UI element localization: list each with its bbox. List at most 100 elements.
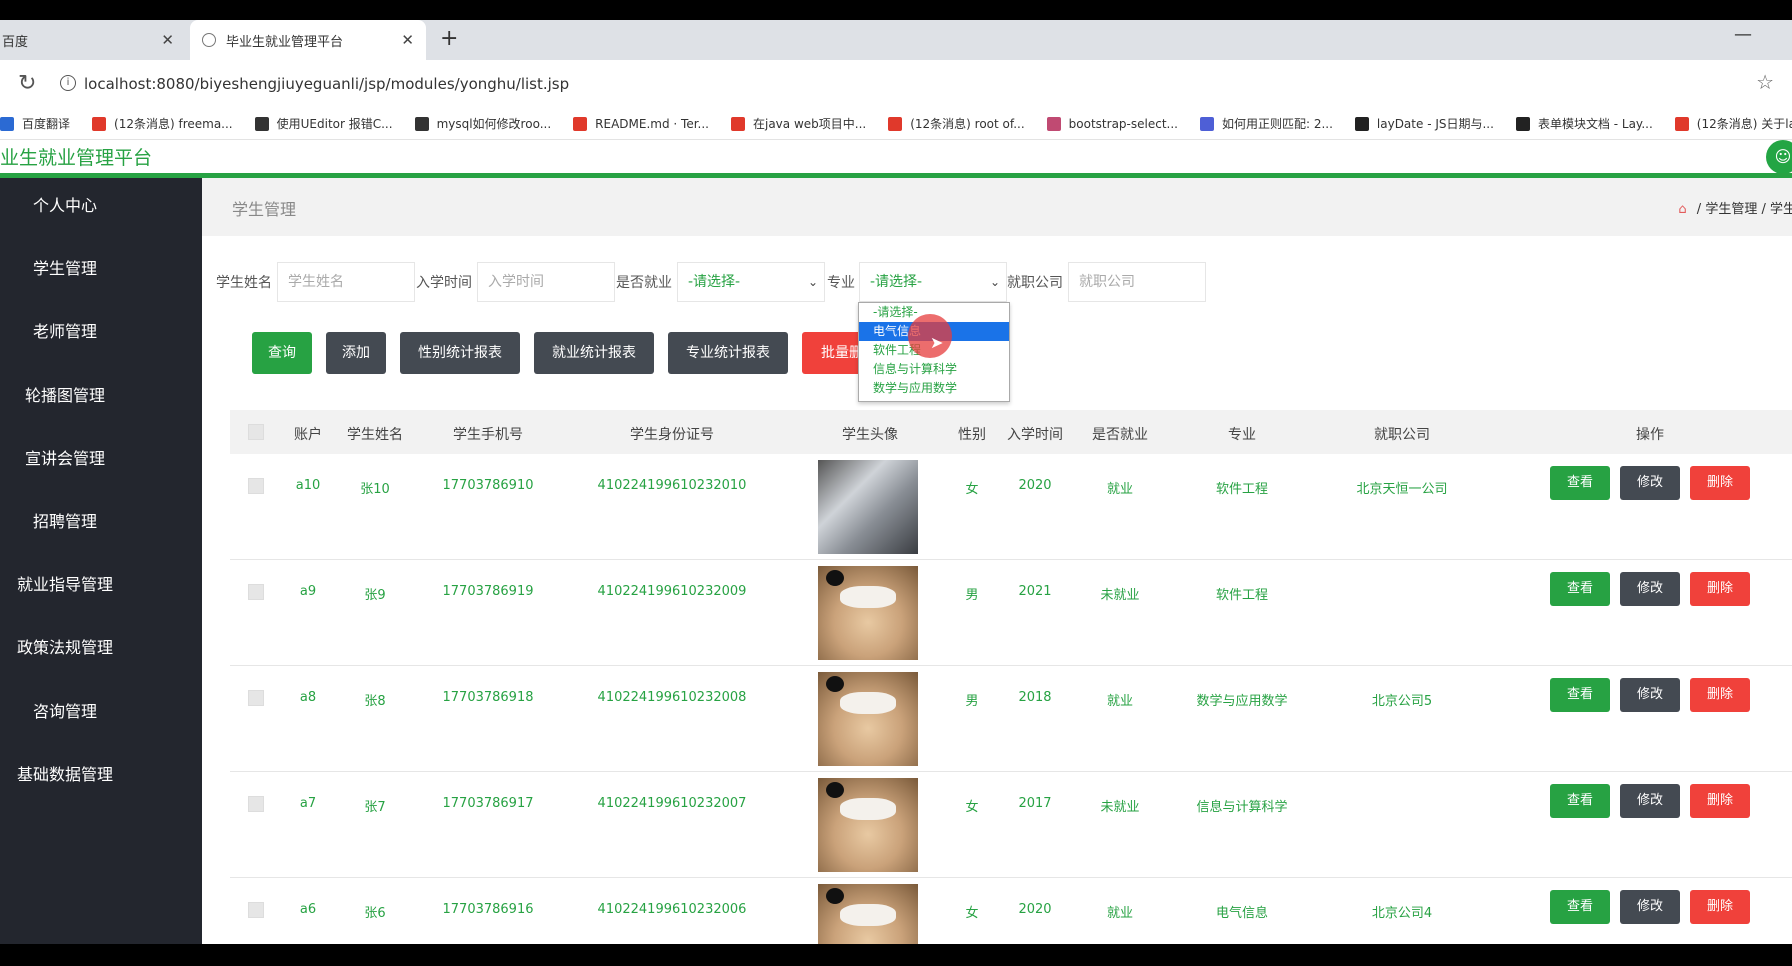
query-button[interactable]: 查询 [252,332,312,374]
breadcrumb-item[interactable]: 学生管理 [1705,202,1757,217]
bookmark-item[interactable]: (12条消息) root of... [888,115,1025,132]
url-field[interactable]: localhost:8080/biyeshengjiuyeguanli/jsp/… [84,75,569,93]
bookmark-label: 百度翻译 [22,117,71,131]
bookmark-item[interactable]: bootstrap-select... [1046,116,1178,131]
sidebar-item[interactable]: 学生管理 [0,255,130,279]
student-name-input[interactable]: 学生姓名 [277,262,415,302]
close-tab-icon[interactable]: ✕ [401,31,414,49]
company-input[interactable]: 就职公司 [1068,262,1206,302]
row-checkbox[interactable] [248,902,264,918]
view-button[interactable]: 查看 [1550,890,1610,924]
browser-tabstrip: 百度 ✕ 毕业生就业管理平台 ✕ + — [0,20,1792,60]
edit-button[interactable]: 修改 [1620,678,1680,712]
column-header: 入学时间 [1007,427,1063,443]
app-header: 业生就业管理平台 ☺ [0,140,1792,175]
bookmark-favicon-icon [1046,116,1061,131]
bookmark-item[interactable]: 在java web项目中... [730,115,866,132]
student-name-label: 学生姓名 [216,275,272,291]
bookmark-item[interactable]: mysql如何修改roo... [414,115,552,132]
cell-idcard: 410224199610232006 [597,902,747,917]
student-avatar [818,460,918,554]
delete-button[interactable]: 删除 [1690,466,1750,500]
sidebar-item[interactable]: 老师管理 [0,318,130,342]
view-button[interactable]: 查看 [1550,466,1610,500]
bookmark-label: README.md · Ter... [595,116,709,131]
screen: 百度 ✕ 毕业生就业管理平台 ✕ + — ↻ i localhost:8080/… [0,0,1792,966]
cell-year: 2020 [1018,902,1052,917]
info-icon[interactable]: i [60,75,76,91]
employment-report-button[interactable]: 就业统计报表 [534,332,654,374]
row-checkbox[interactable] [248,478,264,494]
chevron-down-icon: ⌄ [807,275,818,289]
cell-gender: 男 [965,694,979,709]
delete-button[interactable]: 删除 [1690,678,1750,712]
sidebar: 个人中心学生管理老师管理轮播图管理宣讲会管理招聘管理就业指导管理 政策法规管理 咨询… [0,178,202,944]
bookmark-item[interactable]: README.md · Ter... [573,116,709,131]
sidebar-item[interactable]: 政策法规管理 [0,634,130,658]
minimize-icon[interactable]: — [1734,24,1752,45]
enroll-year-input[interactable]: 入学时间 [477,262,615,302]
star-icon[interactable]: ☆ [1756,70,1774,94]
cell-gender: 女 [965,906,979,921]
edit-button[interactable]: 修改 [1620,466,1680,500]
bookmark-item[interactable]: layDate - JS日期与... [1354,115,1494,132]
cell-account: a10 [295,478,321,493]
cell-account: a8 [299,690,317,705]
view-button[interactable]: 查看 [1550,784,1610,818]
row-checkbox[interactable] [248,690,264,706]
gender-report-button[interactable]: 性别统计报表 [400,332,520,374]
breadcrumb-item[interactable]: 学生 [1770,202,1792,217]
close-tab-icon[interactable]: ✕ [161,31,174,49]
add-button[interactable]: 添加 [326,332,386,374]
edit-button[interactable]: 修改 [1620,572,1680,606]
bookmark-item[interactable]: 表单模块文档 - Lay... [1515,115,1653,132]
browser-tab-active[interactable]: 毕业生就业管理平台 ✕ [190,20,426,60]
bookmark-favicon-icon [1515,116,1530,131]
bookmark-item[interactable]: (12条消息) 关于lay... [1674,115,1792,132]
bookmark-item[interactable]: 如何用正则匹配: 2... [1199,115,1333,132]
new-tab-icon[interactable]: + [440,26,458,51]
sidebar-item[interactable]: 咨询管理 [0,698,130,722]
table-row: a7 张7 17703786917 410224199610232007 女 2017 未就… [230,772,1792,878]
bookmark-item[interactable]: 百度翻译 [0,115,70,132]
browser-tab-baidu[interactable]: 百度 ✕ [0,20,186,60]
bookmark-label: (12条消息) root of... [910,117,1025,131]
edit-button[interactable]: 修改 [1620,784,1680,818]
sidebar-item[interactable]: 招聘管理 [0,508,130,532]
row-checkbox[interactable] [248,796,264,812]
user-icon[interactable]: ☺ [1766,140,1792,174]
breadcrumb: ⌂ / 学生管理 / 学生 [1678,198,1792,217]
delete-button[interactable]: 删除 [1690,572,1750,606]
delete-button[interactable]: 删除 [1690,890,1750,924]
company-label: 就职公司 [1007,275,1063,291]
sidebar-item[interactable]: 轮播图管理 [0,382,130,406]
major-select[interactable]: -请选择- ⌄ [859,262,1007,302]
reload-icon[interactable]: ↻ [18,71,36,96]
cell-major: 软件工程 [1215,588,1269,603]
delete-button[interactable]: 删除 [1690,784,1750,818]
row-checkbox[interactable] [248,584,264,600]
app-window: 业生就业管理平台 ☺ 个人中心 学生管理 老师管理 轮播图管理 宣讲会管理 招聘管理 就业指… [0,140,1792,944]
bookmark-item[interactable]: 使用UEditor 报错C... [254,115,393,132]
cell-phone: 17703786918 [442,690,534,705]
major-report-button[interactable]: 专业统计报表 [668,332,788,374]
bookmark-label: mysql如何修改roo... [436,117,552,131]
bookmark-item[interactable]: (12条消息) freema... [92,115,233,132]
cell-account: a7 [299,796,317,811]
view-button[interactable]: 查看 [1550,572,1610,606]
major-option[interactable]: 信息与计算科学 [859,360,1009,379]
major-option[interactable]: 数学与应用数学 [859,379,1009,398]
edit-button[interactable]: 修改 [1620,890,1680,924]
select-all-checkbox[interactable] [248,424,264,440]
employed-select[interactable]: -请选择- ⌄ [677,262,825,302]
column-header: 学生手机号 [453,427,523,443]
cell-phone: 17703786919 [442,584,534,599]
sidebar-item[interactable]: 宣讲会管理 [0,445,130,469]
view-button[interactable]: 查看 [1550,678,1610,712]
sidebar-item[interactable]: 基础数据管理 [0,761,130,785]
sidebar-item[interactable]: 就业指导管理 [0,571,130,595]
sidebar-item[interactable]: 个人中心 [0,192,130,216]
home-icon[interactable]: ⌂ [1678,202,1686,217]
cell-name: 张6 [364,906,386,921]
employed-label: 是否就业 [616,275,672,291]
